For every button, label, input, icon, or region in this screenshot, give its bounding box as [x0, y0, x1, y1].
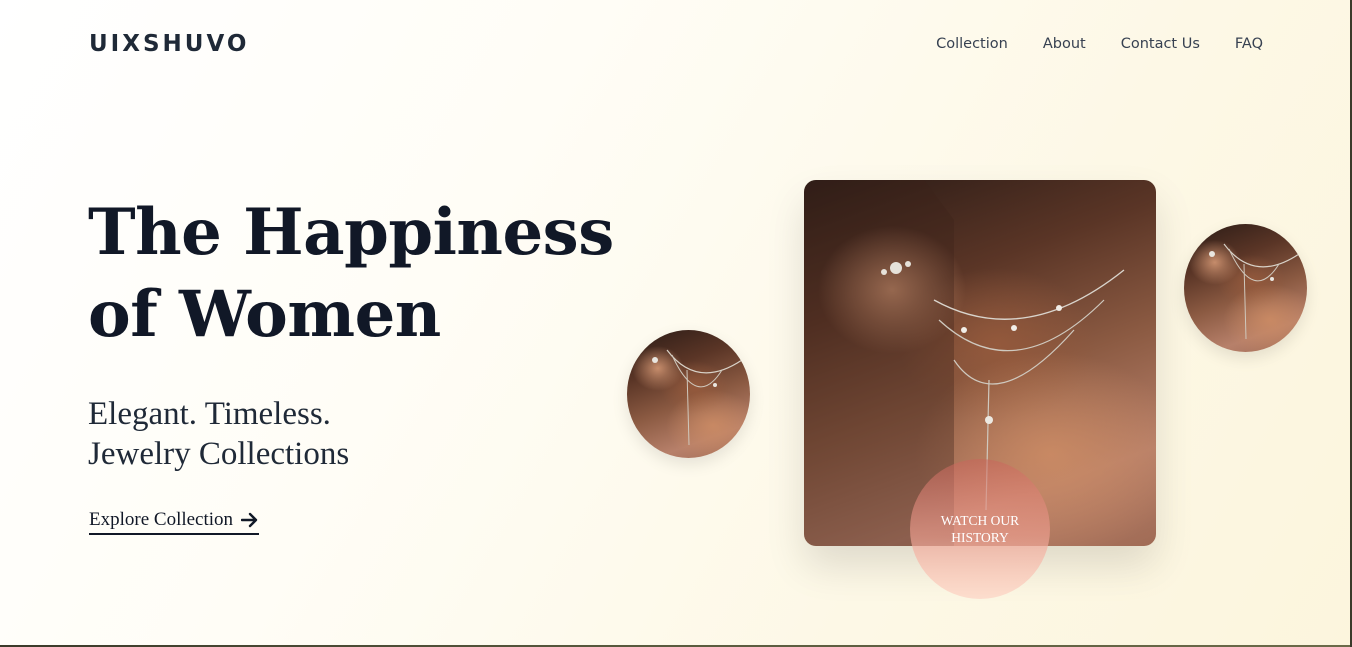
hero-title-line-1: The Happiness [88, 195, 614, 270]
thumbnail-photo-right [1184, 224, 1307, 352]
necklace-graphic [1209, 243, 1300, 340]
watch-history-label: WATCH OUR HISTORY [940, 513, 1020, 545]
main-nav: Collection About Contact Us FAQ [936, 36, 1263, 52]
hero-subtitle: Elegant. Timeless. Jewelry Collections [88, 394, 349, 474]
nav-about-link[interactable]: About [1043, 36, 1086, 52]
explore-collection-label: Explore Collection [89, 509, 234, 530]
thumbnail-photo-left [627, 330, 750, 458]
arrow-right-icon [241, 512, 258, 528]
necklace-graphic [652, 349, 743, 446]
watch-history-button[interactable]: WATCH OUR HISTORY [910, 459, 1050, 599]
hero-title: The Happiness of Women [88, 192, 614, 356]
hero-subtitle-line-2: Jewelry Collections [88, 436, 350, 472]
hero-subtitle-line-1: Elegant. Timeless. [88, 396, 331, 432]
brand-logo[interactable]: UIXSHUVO [89, 31, 249, 57]
hero-title-line-2: of Women [88, 277, 441, 352]
explore-collection-link[interactable]: Explore Collection [89, 509, 260, 535]
nav-faq-link[interactable]: FAQ [1235, 36, 1263, 52]
nav-contact-link[interactable]: Contact Us [1121, 36, 1200, 52]
nav-collection-link[interactable]: Collection [936, 36, 1008, 52]
